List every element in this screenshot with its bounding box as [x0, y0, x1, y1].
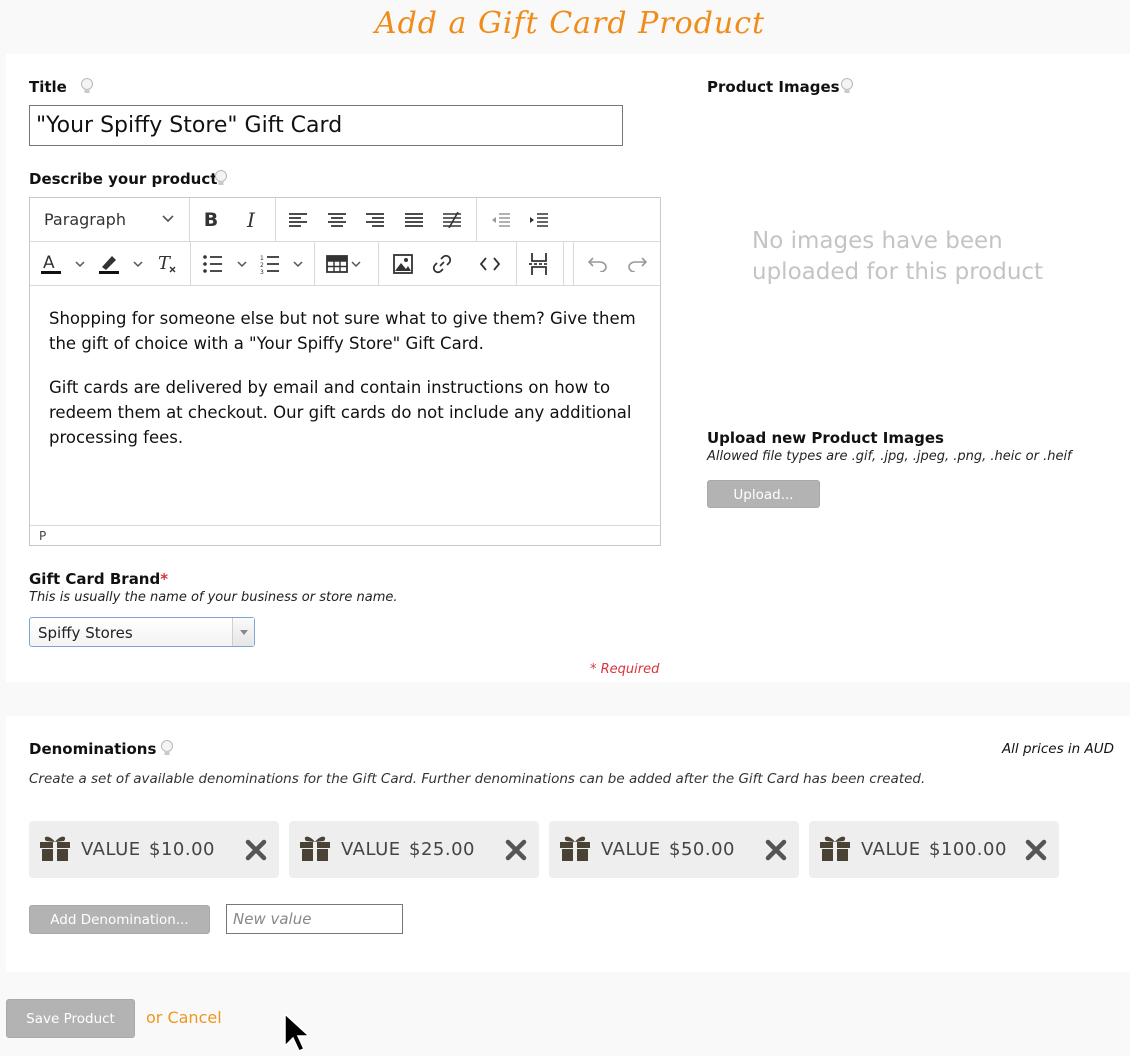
image-icon[interactable] [391, 242, 415, 285]
paragraph-format-select[interactable]: Paragraph [44, 210, 174, 229]
align-right-icon[interactable] [363, 198, 387, 241]
denomination-chip[interactable]: VALUE $25.00 [289, 821, 539, 878]
link-icon[interactable] [430, 242, 454, 285]
editor-element-path: P [30, 525, 660, 545]
upload-button[interactable]: Upload... [707, 480, 820, 508]
svg-text:1: 1 [260, 255, 264, 262]
denominations-help-text: Create a set of available denominations … [29, 771, 926, 787]
outdent-icon[interactable] [489, 198, 513, 241]
no-images-message: No images have been uploaded for this pr… [752, 228, 1044, 285]
rich-text-editor[interactable]: Paragraph B I A T 1 2 3 Shopping for som… [29, 197, 661, 546]
brand-label: Gift Card Brand* [29, 570, 168, 588]
gift-icon [820, 836, 850, 861]
upload-images-label: Upload new Product Images [707, 429, 944, 447]
svg-text:A: A [43, 253, 55, 273]
gift-icon [560, 836, 590, 861]
numbered-list-icon[interactable]: 123 [260, 242, 310, 285]
title-input[interactable] [29, 105, 623, 146]
lightbulb-hint-icon[interactable] [160, 739, 174, 757]
denomination-value-label: VALUE [81, 839, 141, 860]
brand-selected-value: Spiffy Stores [38, 624, 133, 642]
svg-text:2: 2 [260, 262, 264, 269]
gift-icon [40, 836, 70, 861]
align-justify-icon[interactable] [402, 198, 426, 241]
denominations-label: Denominations [29, 740, 157, 758]
brand-label-text: Gift Card Brand [29, 570, 161, 588]
save-product-button[interactable]: Save Product [6, 999, 135, 1038]
chevron-down-icon [162, 215, 174, 223]
svg-text:3: 3 [260, 269, 264, 274]
page-break-icon[interactable] [527, 242, 551, 285]
new-value-input[interactable] [226, 904, 403, 934]
upload-help-text: Allowed file types are .gif, .jpg, .jpeg… [707, 449, 1072, 464]
paragraph-format-label: Paragraph [44, 210, 126, 229]
lightbulb-hint-icon[interactable] [80, 77, 94, 95]
prices-currency-note: All prices in AUD [1001, 741, 1114, 757]
remove-icon[interactable] [765, 839, 787, 861]
gift-icon [300, 836, 330, 861]
clear-alignment-icon[interactable] [440, 198, 464, 241]
denomination-amount: $10.00 [149, 839, 215, 860]
denomination-amount: $50.00 [669, 839, 735, 860]
title-label: Title [29, 78, 67, 96]
chevron-down-icon[interactable] [232, 618, 254, 646]
highlight-icon[interactable] [98, 242, 148, 285]
brand-select[interactable]: Spiffy Stores [29, 617, 255, 647]
redo-icon[interactable] [625, 242, 649, 285]
page-title: Add a Gift Card Product [374, 6, 766, 41]
bullet-list-icon[interactable] [202, 242, 252, 285]
description-paragraph: Shopping for someone else but not sure w… [49, 309, 636, 353]
denomination-value-label: VALUE [341, 839, 401, 860]
table-icon[interactable] [326, 242, 370, 285]
svg-text:T: T [158, 254, 172, 274]
remove-icon[interactable] [1025, 839, 1047, 861]
code-icon[interactable] [478, 242, 502, 285]
undo-icon[interactable] [586, 242, 610, 285]
required-note: * Required [590, 662, 660, 677]
editor-toolbar-row-1: Paragraph B I [30, 198, 660, 242]
description-paragraph: Gift cards are delivered by email and co… [49, 378, 632, 447]
denomination-amount: $100.00 [929, 839, 1007, 860]
denomination-value-label: VALUE [601, 839, 661, 860]
add-denomination-button[interactable]: Add Denomination... [29, 905, 210, 934]
cancel-link[interactable]: or Cancel [146, 1008, 222, 1027]
lightbulb-hint-icon[interactable] [840, 77, 854, 95]
description-label: Describe your product [29, 170, 218, 188]
indent-icon[interactable] [527, 198, 551, 241]
remove-icon[interactable] [245, 839, 267, 861]
clear-format-icon[interactable]: T [154, 242, 180, 285]
product-images-label: Product Images [707, 78, 840, 96]
required-marker: * [160, 570, 169, 588]
denomination-value-label: VALUE [861, 839, 921, 860]
bold-icon[interactable]: B [198, 198, 224, 241]
denomination-chip[interactable]: VALUE $50.00 [549, 821, 799, 878]
align-center-icon[interactable] [325, 198, 349, 241]
denomination-amount: $25.00 [409, 839, 475, 860]
editor-content[interactable]: Shopping for someone else but not sure w… [49, 306, 639, 469]
denomination-chip[interactable]: VALUE $100.00 [809, 821, 1059, 878]
text-color-icon[interactable]: A [40, 242, 86, 285]
denomination-chip[interactable]: VALUE $10.00 [29, 821, 279, 878]
italic-icon[interactable]: I [238, 198, 264, 241]
brand-help-text: This is usually the name of your busines… [29, 590, 398, 605]
remove-icon[interactable] [505, 839, 527, 861]
align-left-icon[interactable] [286, 198, 310, 241]
editor-toolbar-row-2: A T 123 [30, 242, 660, 286]
mouse-cursor-icon [284, 1013, 310, 1052]
lightbulb-hint-icon[interactable] [214, 169, 228, 187]
